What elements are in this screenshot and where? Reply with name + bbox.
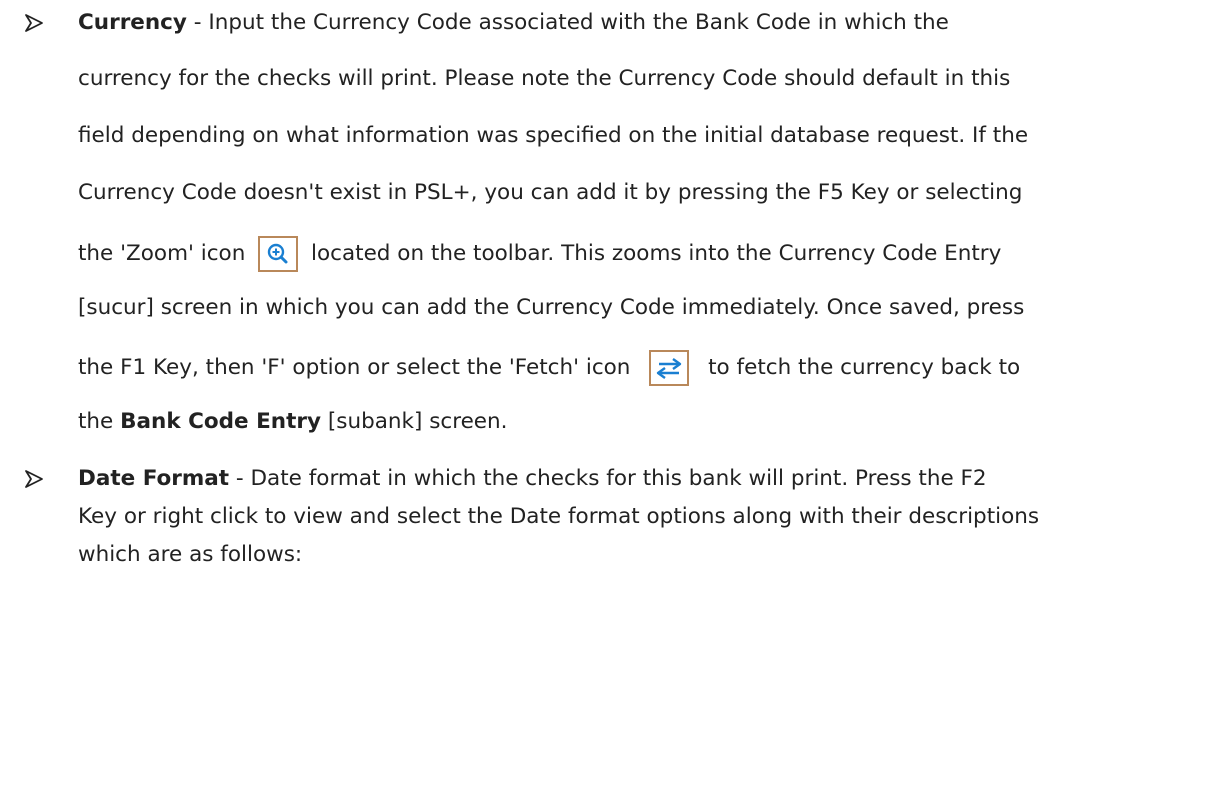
date-format-line-2: Key or right click to view and select th…: [78, 504, 1040, 529]
currency-line-7: the F1 Key, then 'F' option or select th…: [78, 350, 1020, 386]
zoom-icon: [258, 236, 299, 272]
date-format-line-1: Date Format - Date format in which the c…: [78, 466, 987, 491]
currency-line-6: [sucur] screen in which you can add the …: [78, 295, 1025, 320]
bank-code-entry-term: Bank Code Entry: [120, 409, 322, 434]
arrow-bullet-icon: [24, 13, 64, 33]
date-format-line-3: which are as follows:: [78, 542, 303, 567]
currency-line-2: currency for the checks will print. Plea…: [78, 66, 1011, 91]
fetch-icon: [649, 350, 690, 386]
currency-line-1: Currency - Input the Currency Code assoc…: [78, 10, 949, 35]
currency-heading: Currency: [78, 10, 187, 35]
currency-line-3: field depending on what information was …: [78, 123, 1029, 148]
date-format-heading: Date Format: [78, 466, 230, 491]
arrow-bullet-icon: [24, 469, 64, 489]
currency-line-8: the Bank Code Entry [subank] screen.: [78, 409, 508, 434]
currency-line-5: the 'Zoom' icon located on the toolbar. …: [78, 236, 1001, 272]
currency-line-4: Currency Code doesn't exist in PSL+, you…: [78, 180, 1023, 205]
